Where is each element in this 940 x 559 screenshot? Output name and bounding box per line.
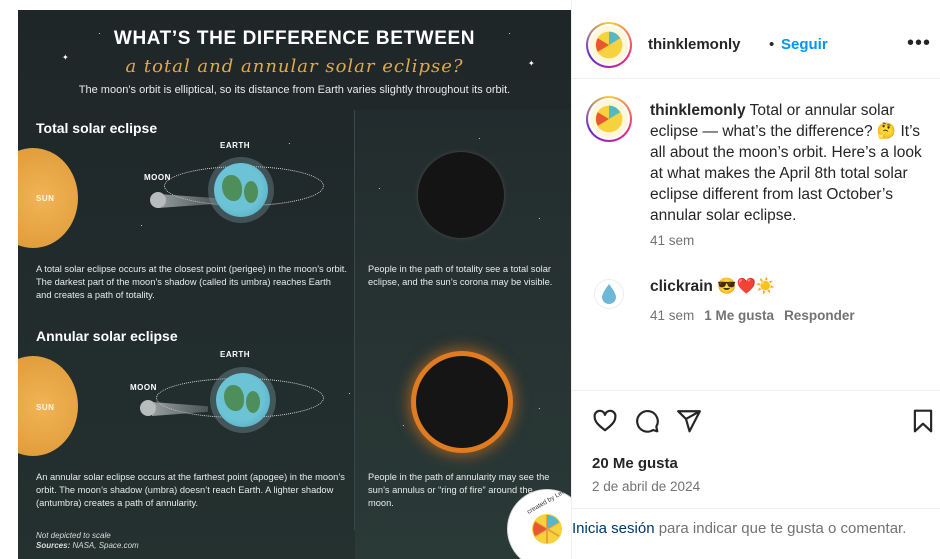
header-divider [572,78,940,79]
annular-eclipse-illustration [416,356,508,448]
bookmark-icon[interactable] [910,408,936,434]
post-caption: thinklemonly Total or annular solar ecli… [650,100,932,226]
reply-button[interactable]: Responder [784,308,855,323]
post-header: thinklemonly • Seguir ••• [586,22,931,68]
moon-illustration [140,400,156,416]
share-icon[interactable] [676,408,702,434]
likes-count[interactable]: 20 Me gusta [592,455,678,472]
column-divider [354,110,355,530]
comment-likes-link[interactable]: 1 Me gusta [704,308,774,323]
lemonly-logo-icon [595,105,623,133]
comment-username[interactable]: clickrain [650,278,713,295]
total-description-left: A total solar eclipse occurs at the clos… [36,264,347,300]
action-bar [592,408,937,438]
post-date: 2 de abril de 2024 [592,479,701,494]
star-icon: · [348,389,351,398]
login-text: para indicar que te gusta o comentar. [654,520,907,537]
more-options-icon[interactable]: ••• [907,32,931,55]
post-sidebar: thinklemonly • Seguir ••• thinklemonly T… [571,0,940,559]
comment-meta: 41 sem 1 Me gusta Responder [650,308,855,323]
heart-icon[interactable] [592,408,618,434]
sun-label: SUN [36,194,55,203]
avatar[interactable] [586,22,632,68]
comment-text: 😎❤️☀️ [717,278,776,295]
follow-button[interactable]: Seguir [781,36,828,53]
star-icon: · [288,139,291,148]
star-icon: · [478,134,481,143]
comment-timestamp: 41 sem [650,308,695,323]
infographic-subtitle: a total and annular solar eclipse? [125,56,464,77]
comment: clickrain 😎❤️☀️ [650,277,775,296]
avatar[interactable] [594,279,624,309]
caption-username[interactable]: thinklemonly [650,102,746,119]
water-drop-icon [602,284,616,304]
total-eclipse-illustration [418,152,504,238]
lemonly-logo-icon [595,31,623,59]
star-icon: · [378,184,381,193]
scale-note: Not depicted to scale [36,531,111,540]
caption-text: Total or annular solar eclipse — what’s … [650,102,922,224]
total-eclipse-heading: Total solar eclipse [36,120,158,136]
total-description-right: People in the path of totality see a tot… [368,264,553,287]
earth-illustration [214,163,268,217]
actions-divider [572,390,940,391]
login-divider [572,508,940,509]
post-image[interactable]: ✦ · ✦ · · · · · · · · · WHAT’S THE DIFFE… [18,10,571,559]
star-icon: · [140,221,143,230]
lemonly-logo-icon [532,514,562,544]
star-icon: · [538,404,541,413]
moon-label: MOON [130,383,157,392]
caption-timestamp: 41 sem [650,233,695,248]
header-separator: • [769,36,775,53]
star-icon: · [538,214,541,223]
infographic-title: WHAT’S THE DIFFERENCE BETWEEN [113,28,476,49]
star-icon: · [402,421,405,430]
earth-label: EARTH [220,141,251,150]
header-username[interactable]: thinklemonly [648,36,741,53]
moon-illustration [150,192,166,208]
infographic-intro: The moon’s orbit is elliptical, so its d… [78,84,511,96]
comment-icon[interactable] [634,408,660,434]
annular-eclipse-heading: Annular solar eclipse [36,328,178,344]
sources-note: Sources: NASA, Space.com [36,541,139,550]
login-link[interactable]: Inicia sesión [572,520,655,537]
avatar[interactable] [586,96,632,142]
earth-label: EARTH [220,350,251,359]
login-prompt: Inicia sesión para indicar que te gusta … [572,518,932,539]
annular-description-left: An annular solar eclipse occurs at the f… [36,472,345,508]
footnote: Not depicted to scale Sources: NASA, Spa… [36,531,139,551]
earth-illustration [216,373,270,427]
sun-label: SUN [36,403,55,412]
